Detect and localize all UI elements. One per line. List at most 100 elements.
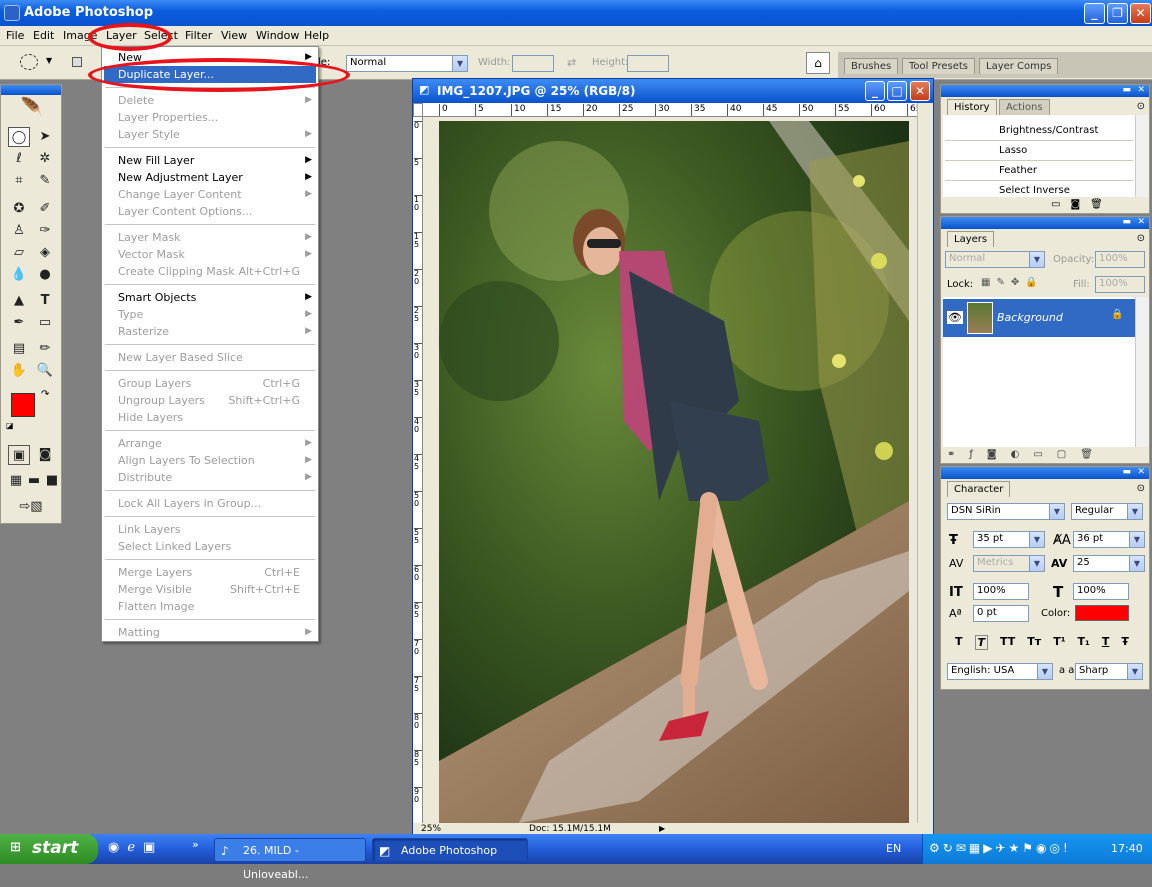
leading-input[interactable]: 36 pt ▼: [1073, 531, 1145, 548]
slice-tool-icon[interactable]: ✎: [34, 171, 56, 191]
antialias-select[interactable]: Sharp ▼: [1075, 663, 1143, 680]
quick-mask-icon[interactable]: ◙: [34, 445, 56, 465]
tool-preset-chevron-icon[interactable]: ▼: [46, 56, 52, 65]
default-colors-icon[interactable]: ◪: [6, 421, 14, 430]
pen-tool-icon[interactable]: ✒: [8, 313, 30, 333]
eyedropper-tool-icon[interactable]: ✏: [34, 339, 56, 359]
image-canvas[interactable]: [439, 121, 909, 823]
panel-close-icon[interactable]: ✕: [1137, 217, 1145, 227]
path-selection-icon[interactable]: ▲: [8, 291, 30, 311]
jump-to-imageready-icon[interactable]: ⇨▧: [9, 497, 53, 517]
panel-menu-icon[interactable]: ⊙: [1137, 101, 1145, 112]
internet-explorer-icon[interactable]: ℯ: [127, 840, 135, 855]
media-player-icon[interactable]: ▣: [143, 840, 155, 855]
elliptical-marquee-icon[interactable]: [20, 54, 38, 70]
move-tool-icon[interactable]: ➤: [34, 127, 56, 147]
notes-tool-icon[interactable]: ▤: [8, 339, 30, 359]
tab-layers[interactable]: Layers: [947, 231, 995, 247]
history-item[interactable]: Lasso: [945, 141, 1133, 161]
swap-icon[interactable]: ⇄: [567, 56, 576, 69]
panel-close-icon[interactable]: ✕: [1137, 85, 1145, 95]
healing-brush-icon[interactable]: ✪: [8, 199, 30, 219]
menu-file[interactable]: File: [6, 29, 24, 42]
tab-layer-comps[interactable]: Layer Comps: [979, 58, 1059, 74]
strikethrough-button[interactable]: Ŧ: [1121, 635, 1129, 650]
tab-tool-presets[interactable]: Tool Presets: [902, 58, 975, 74]
panel-menu-icon[interactable]: ⊙: [1137, 483, 1145, 494]
tab-history[interactable]: History: [947, 99, 997, 115]
blend-mode-select[interactable]: Normal ▼: [945, 251, 1045, 268]
tracking-input[interactable]: 25 ▼: [1073, 555, 1145, 572]
vertical-scale-input[interactable]: 100%: [973, 583, 1029, 600]
tray-icons[interactable]: ⚙↻✉▦▶✈★⚑◉◎!: [929, 841, 1071, 855]
small-caps-button[interactable]: Tт: [1027, 635, 1041, 650]
paint-bucket-icon[interactable]: ◈: [34, 243, 56, 263]
layer-row-background[interactable]: 👁 Background 🔒: [943, 299, 1135, 337]
minimize-button[interactable]: _: [1084, 3, 1105, 24]
brush-tool-icon[interactable]: ✐: [34, 199, 56, 219]
layer-menu-item[interactable]: New Adjustment Layer ▶: [104, 169, 316, 186]
menu-help[interactable]: Help: [304, 29, 329, 42]
tab-actions[interactable]: Actions: [999, 99, 1050, 115]
font-family-select[interactable]: DSN SiRin ▼: [947, 503, 1065, 520]
faux-bold-button[interactable]: T: [955, 635, 963, 650]
panel-menu-icon[interactable]: ⊙: [1137, 233, 1145, 244]
palette-well-icon[interactable]: ⌂: [806, 52, 830, 74]
underline-button[interactable]: T: [1102, 635, 1110, 650]
history-brush-icon[interactable]: ✑: [34, 221, 56, 241]
panel-minimize-icon[interactable]: ▬: [1122, 467, 1131, 477]
standard-mode-icon[interactable]: ▣: [8, 445, 30, 465]
status-menu-arrow-icon[interactable]: ▶: [659, 824, 665, 833]
baseline-shift-input[interactable]: 0 pt: [973, 605, 1029, 622]
menu-edit[interactable]: Edit: [33, 29, 54, 42]
subscript-button[interactable]: T₁: [1078, 635, 1090, 650]
font-style-select[interactable]: Regular ▼: [1071, 503, 1143, 520]
eraser-tool-icon[interactable]: ▱: [8, 243, 30, 263]
blur-tool-icon[interactable]: 💧: [8, 265, 30, 285]
faux-italic-button[interactable]: T: [974, 635, 989, 650]
hand-tool-icon[interactable]: ✋: [8, 361, 30, 381]
start-button[interactable]: ⊞ start: [0, 834, 98, 864]
history-item[interactable]: Feather: [945, 161, 1133, 181]
magic-wand-tool-icon[interactable]: ✲: [34, 149, 56, 169]
close-button[interactable]: ✕: [1130, 3, 1151, 24]
layers-scrollbar[interactable]: [1135, 297, 1149, 447]
opacity-input[interactable]: 100%: [1095, 251, 1145, 268]
height-input[interactable]: [627, 55, 669, 72]
panel-minimize-icon[interactable]: ▬: [1122, 217, 1131, 227]
type-tool-icon[interactable]: T: [34, 291, 56, 311]
layers-footer-icons[interactable]: ⚭ƒ◙◐▭▢🗑: [947, 449, 1107, 460]
dodge-tool-icon[interactable]: ●: [34, 265, 56, 285]
task-mild[interactable]: ♪ 26. MILD - Unloveabl...: [214, 838, 366, 881]
menu-view[interactable]: View: [221, 29, 247, 42]
lasso-tool-icon[interactable]: ℓ: [8, 149, 30, 169]
clone-stamp-icon[interactable]: ♙: [8, 221, 30, 241]
menu-window[interactable]: Window: [256, 29, 299, 42]
superscript-button[interactable]: T¹: [1053, 635, 1065, 650]
fill-input[interactable]: 100%: [1095, 276, 1145, 293]
foreground-color-swatch[interactable]: [11, 393, 35, 417]
history-scrollbar[interactable]: [1135, 115, 1149, 197]
mode-select[interactable]: Normal ▼: [346, 55, 468, 72]
new-selection-icon[interactable]: [72, 57, 82, 67]
text-color-swatch[interactable]: [1075, 605, 1129, 621]
swap-colors-icon[interactable]: ↷: [41, 389, 49, 400]
screen-mode-full-icon[interactable]: ■: [41, 471, 63, 491]
width-input[interactable]: [512, 55, 554, 72]
quick-launch-chevron-icon[interactable]: »: [192, 838, 199, 851]
doc-maximize-button[interactable]: □: [887, 81, 907, 101]
zoom-tool-icon[interactable]: 🔍: [34, 361, 56, 381]
language-indicator[interactable]: EN: [886, 842, 901, 855]
language-select[interactable]: English: USA ▼: [947, 663, 1053, 680]
quick-launch-icon[interactable]: ◉: [108, 840, 119, 855]
all-caps-button[interactable]: TT: [1000, 635, 1015, 650]
history-item[interactable]: Select Inverse: [945, 181, 1133, 197]
doc-minimize-button[interactable]: _: [865, 81, 885, 101]
task-photoshop[interactable]: ◩ Adobe Photoshop: [372, 838, 528, 862]
history-item[interactable]: Brightness/Contrast: [945, 121, 1133, 141]
layer-menu-item[interactable]: Smart Objects ▶: [104, 289, 316, 306]
rectangle-tool-icon[interactable]: ▭: [34, 313, 56, 333]
panel-close-icon[interactable]: ✕: [1137, 467, 1145, 477]
tab-character[interactable]: Character: [947, 481, 1011, 497]
font-size-input[interactable]: 35 pt ▼: [973, 531, 1045, 548]
